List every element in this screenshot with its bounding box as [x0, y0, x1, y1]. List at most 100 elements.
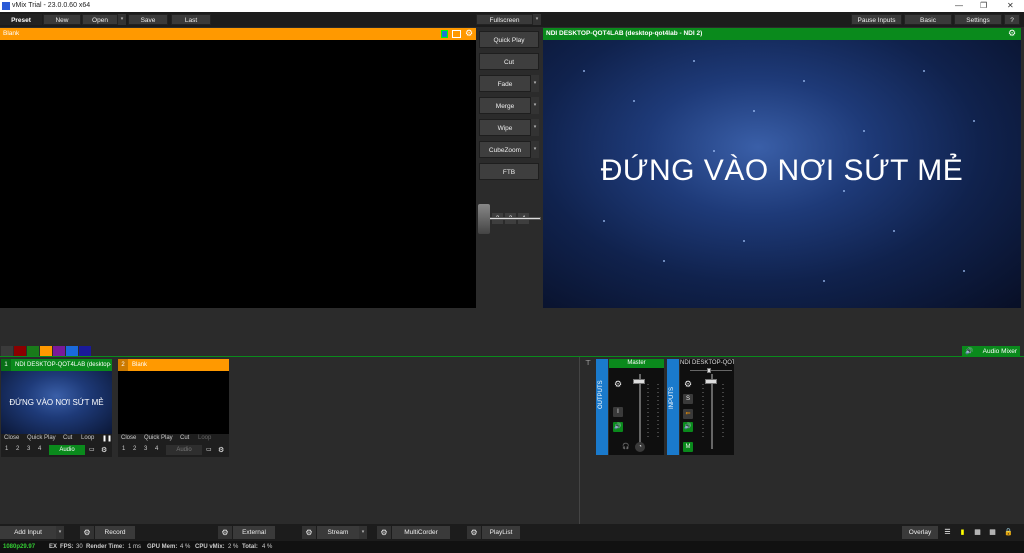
wipe-dropdown-icon[interactable]: ▾ — [531, 119, 539, 136]
loop-button[interactable]: Loop — [81, 435, 94, 441]
minimize-icon[interactable]: — — [955, 1, 963, 10]
close-button[interactable]: Close — [121, 435, 136, 441]
list-view-icon[interactable]: ☰ — [942, 526, 953, 539]
input-gear-icon[interactable]: ⚙ — [683, 379, 693, 389]
color-swatch-purple[interactable] — [53, 346, 65, 356]
input-thumbnail[interactable]: ĐỨNG VÀO NƠI SỨT MẺ — [1, 371, 112, 434]
pause-inputs-button[interactable]: Pause Inputs — [851, 14, 902, 25]
preview-window[interactable] — [0, 28, 476, 308]
overlay-1-button[interactable]: 1 — [122, 446, 125, 452]
pause-icon[interactable]: ❚❚ — [102, 435, 112, 442]
close-button[interactable]: Close — [4, 435, 19, 441]
input-gear-icon[interactable]: ⚙ — [218, 446, 224, 454]
stream-button[interactable]: Stream — [317, 526, 359, 539]
preview-screen-icon[interactable] — [452, 30, 461, 38]
master-fader[interactable] — [633, 379, 645, 384]
wipe-button[interactable]: Wipe — [479, 119, 531, 136]
input-fader[interactable] — [705, 379, 717, 384]
multicorder-button[interactable]: MultiCorder — [392, 526, 450, 539]
overlay-4-button[interactable]: 4 — [155, 446, 158, 452]
settings-button[interactable]: Settings — [954, 14, 1002, 25]
record-gear-icon[interactable]: ⚙ — [80, 526, 94, 539]
preview-color-icon[interactable] — [441, 30, 448, 38]
open-dropdown-icon[interactable]: ▾ — [118, 14, 126, 25]
mute-button[interactable]: M — [683, 442, 693, 452]
lock-icon[interactable]: 🔒 — [1003, 526, 1014, 539]
route-arrow-icon[interactable]: ⇐ — [683, 409, 693, 419]
overlay-1-button[interactable]: 1 — [5, 446, 8, 452]
balance-knob-icon[interactable]: ◔ — [635, 442, 645, 452]
grid-view-icon[interactable]: ▦ — [972, 526, 983, 539]
i-button[interactable]: I — [613, 407, 623, 417]
close-window-icon[interactable]: ✕ — [1007, 1, 1014, 10]
headphones-icon[interactable]: 🎧 — [621, 442, 631, 452]
preset-button[interactable]: Preset — [0, 14, 42, 25]
help-button[interactable]: ? — [1004, 14, 1020, 25]
overlay-3-button[interactable]: 3 — [27, 446, 30, 452]
solo-button[interactable]: S — [683, 394, 693, 404]
save-button[interactable]: Save — [128, 14, 168, 25]
pan-slider[interactable] — [707, 368, 711, 373]
output-window[interactable]: ĐỨNG VÀO NƠI SỨT MẺ — [543, 40, 1021, 308]
overlay-3-button[interactable]: 3 — [144, 446, 147, 452]
cut-button[interactable]: Cut — [180, 435, 189, 441]
overlay-2-button[interactable]: 2 — [133, 446, 136, 452]
preview-gear-icon[interactable]: ⚙ — [465, 28, 473, 39]
playlist-gear-icon[interactable]: ⚙ — [467, 526, 481, 539]
fullscreen-button[interactable]: Fullscreen — [476, 14, 533, 25]
input-card-2[interactable]: 2 Blank Close Quick Play Cut Loop 1 2 3 … — [118, 359, 229, 457]
color-swatch-gray[interactable] — [1, 346, 13, 356]
quick-play-button[interactable]: Quick Play — [27, 435, 56, 441]
pin-icon[interactable]: ⊤ — [585, 359, 591, 367]
overlay-2-button[interactable]: 2 — [16, 446, 19, 452]
input-card-1[interactable]: 1 NDI DESKTOP-QOT4LAB (desktop-q ĐỨNG VÀ… — [1, 359, 112, 457]
quick-play-button[interactable]: Quick Play — [144, 435, 173, 441]
basic-button[interactable]: Basic — [904, 14, 952, 25]
fullscreen-dropdown-icon[interactable]: ▾ — [533, 14, 541, 25]
input-speaker-icon[interactable]: 🔊 — [683, 422, 693, 432]
fade-button[interactable]: Fade — [479, 75, 531, 92]
loop-button[interactable]: Loop — [198, 435, 211, 441]
input-gear-icon[interactable]: ⚙ — [101, 446, 107, 454]
add-input-button[interactable]: Add Input — [0, 526, 56, 539]
open-button[interactable]: Open — [82, 14, 118, 25]
external-button[interactable]: External — [233, 526, 275, 539]
t-bar-handle[interactable] — [478, 204, 490, 234]
merge-dropdown-icon[interactable]: ▾ — [531, 97, 539, 114]
input-thumbnail[interactable] — [118, 371, 229, 434]
color-swatch-blue[interactable] — [66, 346, 78, 356]
cubezoom-button[interactable]: CubeZoom — [479, 141, 531, 158]
color-swatch-red[interactable] — [14, 346, 26, 356]
playlist-button[interactable]: PlayList — [482, 526, 520, 539]
master-gear-icon[interactable]: ⚙ — [613, 379, 623, 389]
add-input-dropdown-icon[interactable]: ▾ — [56, 526, 64, 539]
restore-icon[interactable]: ❐ — [980, 1, 987, 10]
stream-dropdown-icon[interactable]: ▾ — [359, 526, 367, 539]
cut-button[interactable]: Cut — [479, 53, 539, 70]
audio-button[interactable]: Audio — [166, 445, 202, 455]
audio-button[interactable]: Audio — [49, 445, 85, 455]
master-speaker-icon[interactable]: 🔊 — [613, 422, 623, 432]
multicorder-gear-icon[interactable]: ⚙ — [377, 526, 391, 539]
audio-levels-icon[interactable]: ▮ — [957, 526, 968, 539]
color-swatch-green[interactable] — [27, 346, 39, 356]
new-button[interactable]: New — [43, 14, 81, 25]
quick-play-button[interactable]: Quick Play — [479, 31, 539, 48]
last-button[interactable]: Last — [171, 14, 211, 25]
color-swatch-orange[interactable] — [40, 346, 52, 356]
record-button[interactable]: Record — [95, 526, 135, 539]
overlay-button[interactable]: Overlay — [902, 526, 938, 539]
output-gear-icon[interactable]: ⚙ — [1008, 28, 1016, 39]
cut-button[interactable]: Cut — [63, 435, 72, 441]
color-swatch-darkblue[interactable] — [79, 346, 91, 356]
overlay-4-button[interactable]: 4 — [38, 446, 41, 452]
cubezoom-dropdown-icon[interactable]: ▾ — [531, 141, 539, 158]
multiview-icon[interactable]: ▦ — [987, 526, 998, 539]
stream-gear-icon[interactable]: ⚙ — [302, 526, 316, 539]
ftb-button[interactable]: FTB — [479, 163, 539, 180]
merge-button[interactable]: Merge — [479, 97, 531, 114]
external-gear-icon[interactable]: ⚙ — [218, 526, 232, 539]
monitor-icon[interactable]: ▭ — [206, 446, 212, 453]
monitor-icon[interactable]: ▭ — [89, 446, 95, 453]
fade-dropdown-icon[interactable]: ▾ — [531, 75, 539, 92]
